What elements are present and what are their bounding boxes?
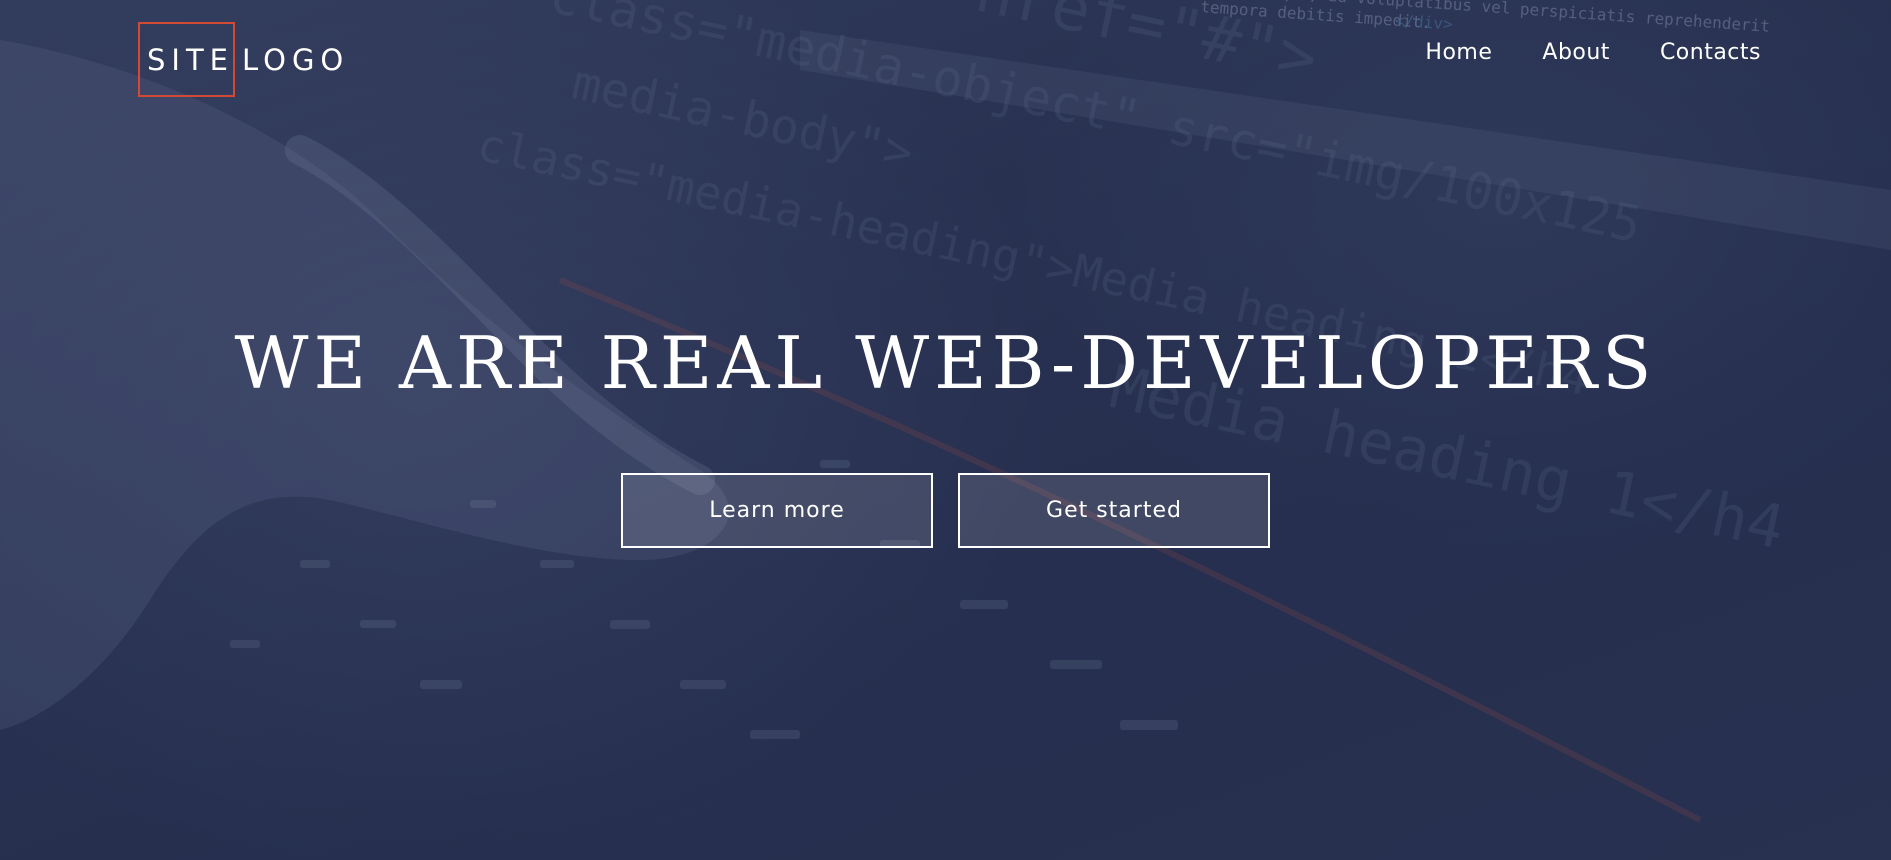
logo-second-word: LOGO <box>242 43 350 77</box>
site-logo[interactable]: SITE LOGO <box>138 22 349 98</box>
learn-more-button[interactable]: Learn more <box>621 473 933 548</box>
cta-buttons: Learn more Get started <box>0 473 1891 548</box>
main-nav: Home About Contacts <box>1375 40 1761 65</box>
nav-link-contacts[interactable]: Contacts <box>1660 40 1761 65</box>
background-overlay <box>0 0 1891 860</box>
logo-first-word: SITE <box>147 43 234 77</box>
get-started-button[interactable]: Get started <box>958 473 1270 548</box>
hero-section: <a href="#"> class="media-object" src="i… <box>0 0 1891 860</box>
hero-title: WE ARE REAL WEB-DEVELOPERS <box>234 321 1657 405</box>
nav-link-about[interactable]: About <box>1542 40 1610 65</box>
nav-link-home[interactable]: Home <box>1425 40 1492 65</box>
